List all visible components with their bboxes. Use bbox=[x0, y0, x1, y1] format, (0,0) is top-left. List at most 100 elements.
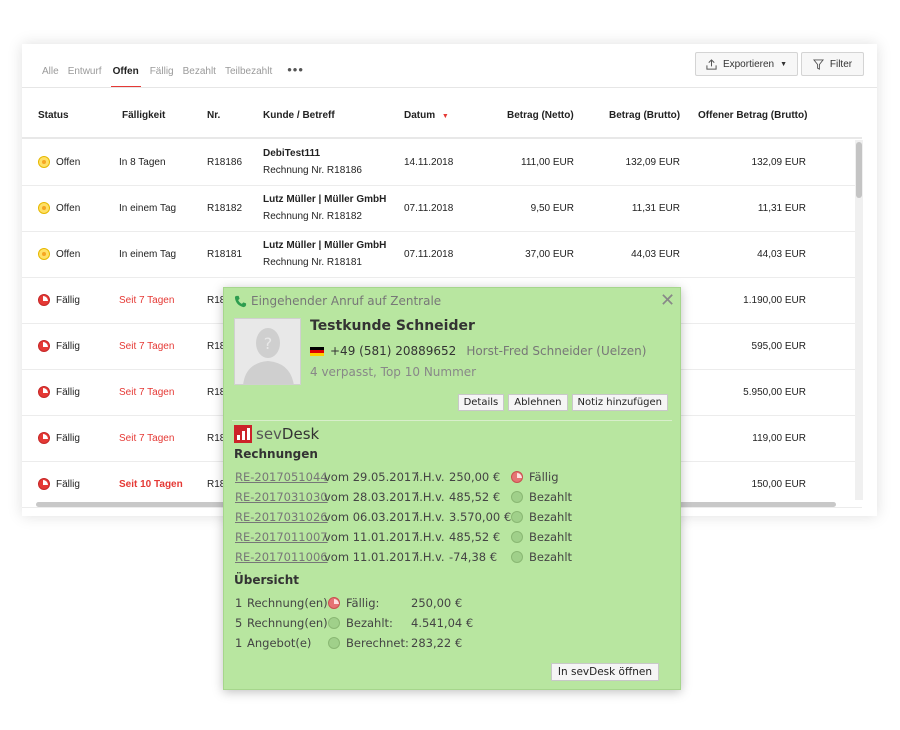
add-note-button[interactable]: Notiz hinzufügen bbox=[571, 394, 668, 411]
customer-name[interactable]: DebiTest111 bbox=[263, 148, 320, 159]
invoice-ihv: i.H.v. bbox=[416, 530, 445, 544]
invoice-amount: 250,00 € bbox=[449, 470, 501, 484]
invoice-link[interactable]: RE-2017011007 bbox=[235, 530, 328, 544]
overview-kind: Rechnung(en) bbox=[247, 616, 328, 630]
sevdesk-logo: sevDesk bbox=[234, 425, 319, 443]
overview-label: Bezahlt: bbox=[346, 616, 393, 630]
invoice-amount: -74,38 € bbox=[449, 550, 498, 564]
open-amount: 150,00 EUR bbox=[751, 479, 806, 490]
invoice-date: vom 11.01.2017 bbox=[324, 530, 419, 544]
open-in-sevdesk-button[interactable]: In sevDesk öffnen bbox=[550, 663, 659, 681]
due-status-icon bbox=[38, 340, 50, 352]
col-kunde[interactable]: Kunde / Betreff bbox=[263, 110, 335, 121]
customer-name[interactable]: Lutz Müller | Müller GmbH bbox=[263, 240, 386, 251]
close-icon[interactable]: ✕ bbox=[660, 292, 675, 310]
col-brutto[interactable]: Betrag (Brutto) bbox=[609, 110, 680, 121]
gross-amount: 11,31 EUR bbox=[631, 203, 680, 214]
col-netto[interactable]: Betrag (Netto) bbox=[507, 110, 574, 121]
due-text: In einem Tag bbox=[119, 203, 177, 214]
invoice-link[interactable]: RE-2017031026 bbox=[235, 510, 328, 524]
overview-label: Fällig: bbox=[346, 596, 380, 610]
details-button[interactable]: Details bbox=[457, 394, 505, 411]
open-status-icon bbox=[38, 202, 50, 214]
status-text: Fällig bbox=[56, 479, 80, 490]
overview-kind: Rechnung(en) bbox=[247, 596, 328, 610]
status-text: Offen bbox=[56, 249, 81, 260]
caller-phone-line: +49 (581) 20889652 Horst-Fred Schneider … bbox=[310, 344, 646, 358]
more-tabs-icon[interactable]: ••• bbox=[287, 63, 304, 86]
tab-alle[interactable]: Alle bbox=[42, 64, 59, 88]
customer-name[interactable]: Lutz Müller | Müller GmbH bbox=[263, 194, 386, 205]
invoice-history-row: RE-2017031026 vom 06.03.2017 i.H.v. 3.570,0… bbox=[235, 510, 655, 528]
invoice-link[interactable]: RE-2017051044 bbox=[235, 470, 328, 484]
col-status[interactable]: Status bbox=[38, 110, 69, 121]
incoming-call-popup: Eingehender Anruf auf Zentrale ✕ ? Testk… bbox=[223, 287, 681, 690]
col-faelligkeit[interactable]: Fälligkeit bbox=[122, 110, 165, 121]
overview-amount: 250,00 € bbox=[411, 596, 463, 610]
table-row[interactable]: Offen In 8 Tagen R18186 DebiTest111 Rechnung… bbox=[22, 140, 862, 186]
table-row[interactable]: Offen In einem Tag R18182 Lutz Müller | Mül… bbox=[22, 186, 862, 232]
invoice-history-row: RE-2017011007 vom 11.01.2017 i.H.v. 485,52 … bbox=[235, 530, 655, 548]
table-row[interactable]: Offen In einem Tag R18181 Lutz Müller | Mül… bbox=[22, 232, 862, 278]
status-text: Fällig bbox=[56, 387, 80, 398]
invoice-history-row: RE-2017011006 vom 11.01.2017 i.H.v. -74,38 … bbox=[235, 550, 655, 568]
export-button[interactable]: Exportieren ▼ bbox=[695, 52, 798, 76]
invoice-link[interactable]: RE-2017011006 bbox=[235, 550, 328, 564]
invoice-status: Bezahlt bbox=[529, 490, 573, 504]
invoices-title: Rechnungen bbox=[234, 447, 318, 461]
sort-desc-icon: ▼ bbox=[441, 113, 449, 120]
due-status-icon bbox=[38, 294, 50, 306]
export-label: Exportieren bbox=[722, 58, 775, 70]
caller-phone: +49 (581) 20889652 bbox=[330, 344, 457, 358]
date-text: 14.11.2018 bbox=[404, 157, 454, 168]
popup-actions: Details Ablehnen Notiz hinzufügen bbox=[457, 394, 668, 411]
paid-status-icon bbox=[328, 617, 340, 629]
paid-status-icon bbox=[328, 637, 340, 649]
popup-divider bbox=[232, 420, 672, 421]
due-text: Seit 7 Tagen bbox=[119, 433, 175, 444]
caret-down-icon: ▼ bbox=[780, 60, 788, 68]
tab-faellig[interactable]: Fällig bbox=[150, 64, 174, 88]
due-text: In 8 Tagen bbox=[119, 157, 166, 168]
overview-count: 5 bbox=[235, 616, 243, 630]
date-text: 07.11.2018 bbox=[404, 203, 454, 214]
filter-button[interactable]: Filter bbox=[801, 52, 864, 76]
invoice-status: Fällig bbox=[529, 470, 559, 484]
tab-offen[interactable]: Offen bbox=[110, 64, 141, 88]
invoice-ihv: i.H.v. bbox=[416, 510, 445, 524]
vertical-scrollbar[interactable] bbox=[855, 140, 863, 500]
invoice-date: vom 06.03.2017 bbox=[324, 510, 419, 524]
due-text: Seit 7 Tagen bbox=[119, 295, 175, 306]
overview-row: 5 Rechnung(en) Bezahlt: 4.541,04 € bbox=[235, 616, 535, 634]
paid-status-icon bbox=[511, 551, 523, 563]
caller-contact: Horst-Fred Schneider (Uelzen) bbox=[466, 344, 647, 358]
overview-kind: Angebot(e) bbox=[247, 636, 312, 650]
invoice-status: Bezahlt bbox=[529, 510, 573, 524]
col-datum[interactable]: Datum ▼ bbox=[404, 110, 449, 121]
upload-icon bbox=[706, 58, 717, 70]
col-nr[interactable]: Nr. bbox=[207, 110, 220, 121]
date-text: 07.11.2018 bbox=[404, 249, 454, 260]
tabs-divider bbox=[22, 87, 877, 88]
overview-row: 1 Rechnung(en) Fällig: 250,00 € bbox=[235, 596, 535, 614]
invoice-history-row: RE-2017051044 vom 29.05.2017 i.H.v. 250,00 … bbox=[235, 470, 655, 488]
tab-entwurf[interactable]: Entwurf bbox=[68, 64, 102, 88]
col-offen[interactable]: Offener Betrag (Brutto) bbox=[698, 110, 807, 121]
open-amount: 119,00 EUR bbox=[752, 433, 806, 444]
gross-amount: 132,09 EUR bbox=[625, 157, 680, 168]
invoice-date: vom 29.05.2017 bbox=[324, 470, 419, 484]
brand-part-b: Desk bbox=[281, 425, 320, 443]
status-text: Offen bbox=[56, 203, 81, 214]
tab-bezahlt[interactable]: Bezahlt bbox=[183, 64, 216, 88]
subject-text: Rechnung Nr. R18182 bbox=[263, 211, 362, 222]
missed-calls-info: 4 verpasst, Top 10 Nummer bbox=[310, 365, 477, 379]
flag-de-icon bbox=[310, 346, 324, 356]
overview-row: 1 Angebot(e) Berechnet: 283,22 € bbox=[235, 636, 535, 654]
scroll-thumb[interactable] bbox=[856, 142, 862, 198]
open-amount: 595,00 EUR bbox=[751, 341, 806, 352]
tab-teilbezahlt[interactable]: Teilbezahlt bbox=[225, 64, 272, 88]
open-status-icon bbox=[38, 156, 50, 168]
invoice-link[interactable]: RE-2017031030 bbox=[235, 490, 328, 504]
reject-button[interactable]: Ablehnen bbox=[508, 394, 568, 411]
invoice-date: vom 11.01.2017 bbox=[324, 550, 419, 564]
